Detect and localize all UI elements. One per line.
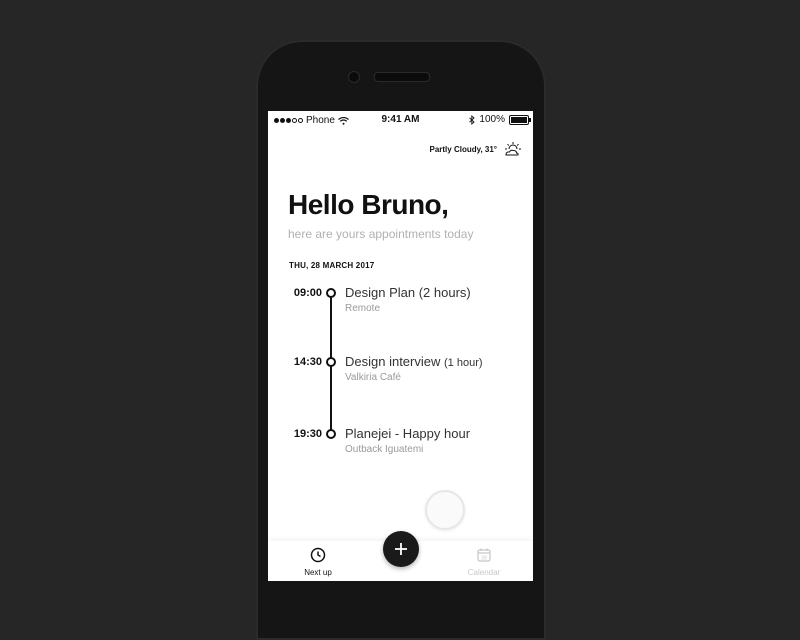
battery-percent: 100%	[479, 114, 505, 125]
weather-text: Partly Cloudy, 31°	[429, 144, 497, 154]
appointment-time: 09:00	[293, 287, 322, 299]
status-bar-right: 100%	[469, 114, 531, 125]
svg-text:28: 28	[481, 555, 487, 561]
appointment-location: Valkiria Café	[345, 372, 401, 383]
timeline-node	[326, 357, 336, 367]
schedule-date: THU, 28 MARCH 2017	[289, 261, 375, 270]
tab-calendar[interactable]: 28 Calendar	[449, 547, 519, 577]
bluetooth-icon	[469, 114, 476, 125]
appointment-time: 14:30	[293, 356, 322, 368]
appointment-location: Remote	[345, 303, 381, 314]
appointment-item[interactable]: 14:30 Design interview (1 hour) Valkiria…	[268, 354, 533, 396]
weather-widget: Partly Cloudy, 31°	[429, 141, 521, 157]
greeting-subtitle: here are yours appointments today	[288, 227, 474, 241]
clock-icon	[310, 547, 326, 563]
app-screen: Phone 9:41 AM 100% Partly Cloudy, 31° He…	[268, 111, 533, 581]
appointment-time: 19:30	[293, 428, 322, 440]
assistive-touch-button[interactable]	[425, 490, 465, 530]
timeline-node	[326, 288, 336, 298]
appointment-location: Outback Iguatemi	[345, 444, 424, 455]
partly-cloudy-icon	[505, 142, 521, 156]
timeline-node	[326, 429, 336, 439]
tab-calendar-label: Calendar	[467, 568, 501, 577]
appointment-item[interactable]: 09:00 Design Plan (2 hours) Remote	[268, 285, 533, 327]
plus-icon	[395, 543, 407, 555]
appointment-title: Design interview (1 hour)	[345, 354, 483, 369]
tab-next-up[interactable]: Next up	[283, 547, 353, 577]
tab-next-up-label: Next up	[304, 568, 332, 577]
earpiece-speaker	[374, 72, 430, 82]
appointment-item[interactable]: 19:30 Planejei - Happy hour Outback Igua…	[268, 426, 533, 468]
battery-icon	[509, 114, 531, 125]
add-appointment-button[interactable]	[383, 531, 419, 567]
front-camera	[348, 71, 360, 83]
status-bar: Phone 9:41 AM 100%	[268, 111, 533, 129]
calendar-icon: 28	[477, 548, 491, 562]
greeting-title: Hello Bruno,	[288, 189, 449, 220]
appointment-title: Design Plan (2 hours)	[345, 285, 471, 300]
appointment-title: Planejei - Happy hour	[345, 426, 471, 441]
